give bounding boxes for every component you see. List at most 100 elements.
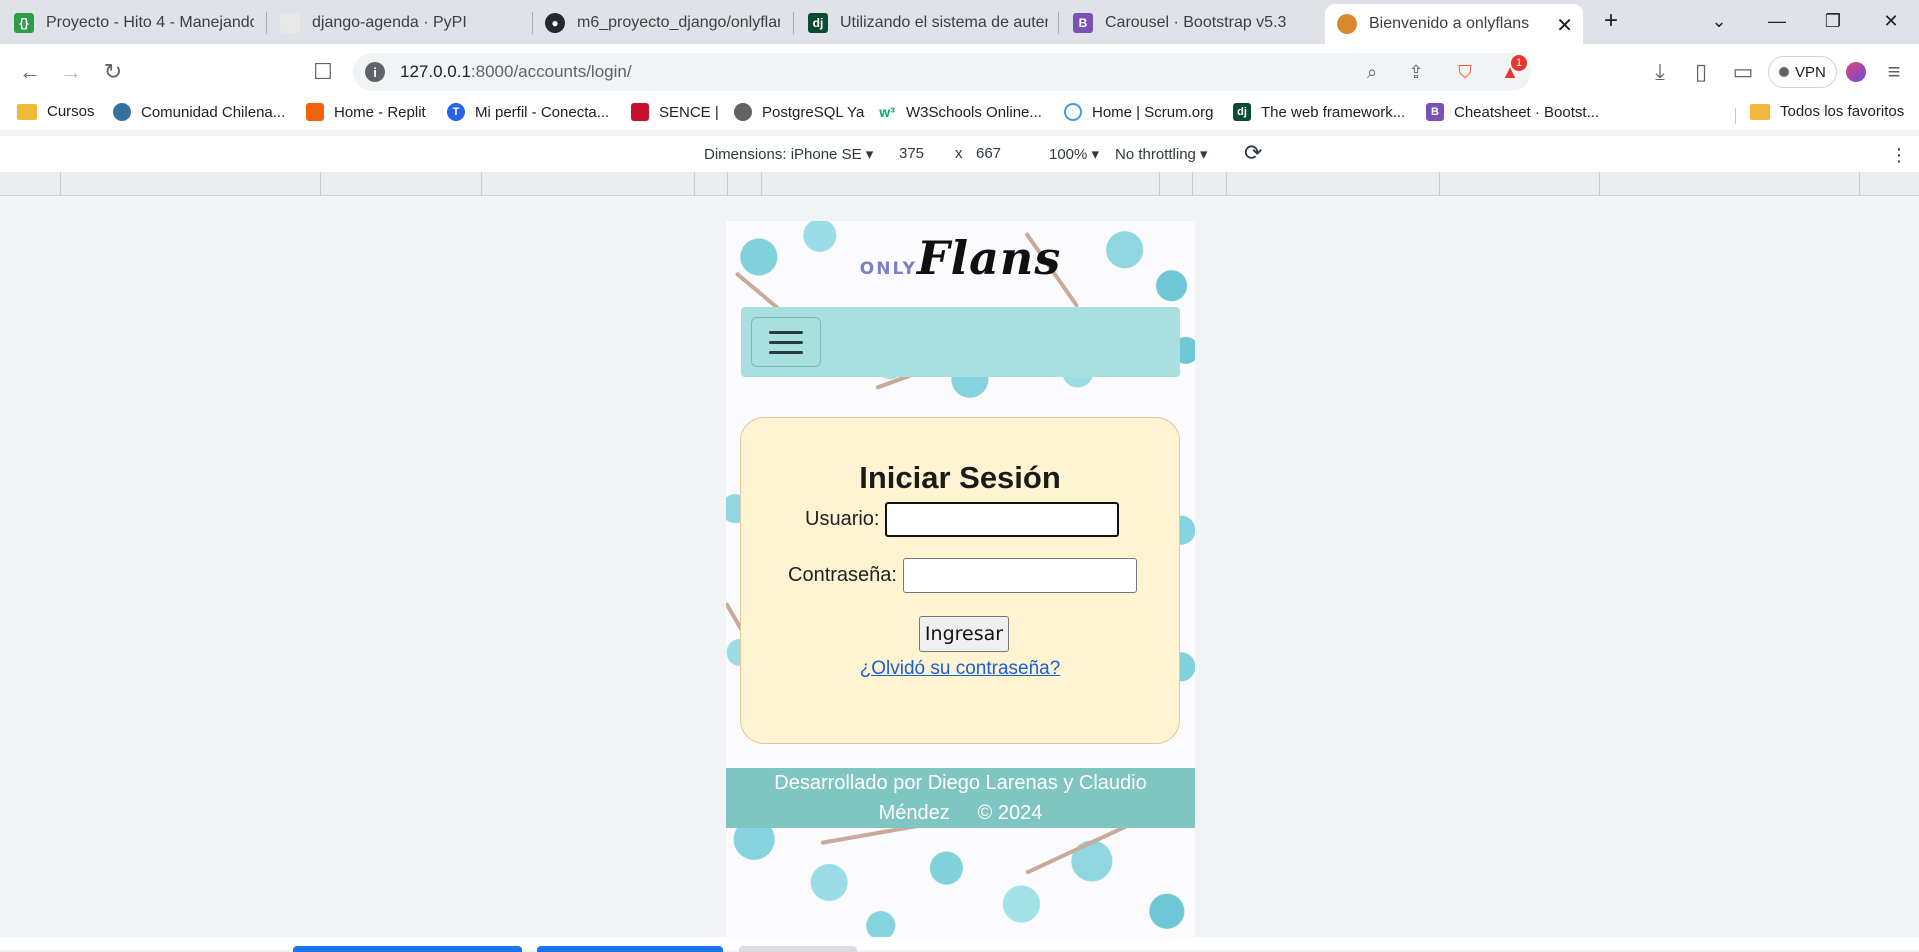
tab-github-onlyflans[interactable]: ● m6_proyecto_django/onlyflans — [545, 5, 780, 40]
bookmark-django[interactable]: dj The web framework... — [1233, 103, 1405, 121]
hamburger-line — [769, 330, 803, 334]
bookmark-postgresql[interactable]: PostgreSQL Ya — [734, 103, 864, 121]
bookmark-conecta[interactable]: T Mi perfil - Conecta... — [447, 103, 609, 121]
share-icon[interactable]: ⇪ — [1405, 61, 1427, 83]
height-input[interactable]: 667 — [976, 145, 1001, 162]
forgot-password-link[interactable]: ¿Olvidó su contraseña? — [741, 658, 1179, 680]
chevron-down-icon[interactable]: ⌄ — [1704, 6, 1734, 36]
tab-separator — [266, 12, 267, 34]
devtools-tab-indicator[interactable] — [537, 946, 723, 952]
devtools-bottom-strip — [0, 937, 1919, 952]
download-icon[interactable]: ⤓ — [1644, 56, 1676, 88]
throttling-select[interactable]: No throttling ▾ — [1115, 145, 1208, 163]
bookmark-sence[interactable]: SENCE | — [631, 103, 719, 121]
bootstrap-icon: B — [1426, 103, 1444, 121]
branch-decoration — [1025, 820, 1136, 875]
conecta-icon: T — [447, 103, 465, 121]
bookmark-comunidad[interactable]: Comunidad Chilena... — [113, 103, 285, 121]
bookmarks-divider — [1735, 108, 1736, 124]
site-logo[interactable]: ONLYFlans — [726, 231, 1195, 285]
django-icon: dj — [808, 12, 828, 33]
password-input[interactable] — [902, 558, 1137, 593]
tab-proyecto-hito[interactable]: {} Proyecto - Hito 4 - Manejando — [14, 5, 254, 40]
folder-icon — [1750, 103, 1770, 120]
url-host: 127.0.0.1 — [400, 62, 471, 81]
wallet-icon[interactable]: ▭ — [1727, 56, 1759, 88]
times-separator: x — [955, 145, 963, 162]
folder-icon — [17, 103, 37, 120]
python-icon — [113, 103, 131, 121]
url-path: :8000/accounts/login/ — [470, 62, 632, 81]
username-input[interactable] — [885, 502, 1120, 537]
device-toolbar: Dimensions: iPhone SE ▾ 375 x 667 100% ▾… — [0, 136, 1919, 172]
rewards-badge: 1 — [1511, 55, 1527, 71]
hamburger-line — [769, 350, 803, 354]
scrum-icon — [1064, 103, 1082, 121]
devtools-tab-indicator[interactable] — [293, 946, 522, 952]
dimensions-select[interactable]: Dimensions: iPhone SE ▾ — [704, 145, 873, 163]
logo-only-text: ONLY — [859, 259, 917, 279]
sidebar-icon[interactable]: ▯ — [1685, 56, 1717, 88]
site-footer: Desarrollado por Diego Larenas y Claudio… — [726, 768, 1195, 828]
navbar — [741, 307, 1180, 377]
bookmark-w3schools[interactable]: w³ W3Schools Online... — [878, 103, 1042, 121]
login-submit-button[interactable]: Ingresar — [919, 616, 1009, 652]
pypi-icon — [280, 12, 300, 33]
device-viewport: ONLYFlans Iniciar Sesión Usuario: Contra… — [0, 197, 1919, 940]
sence-icon — [631, 103, 649, 121]
vpn-label: VPN — [1795, 63, 1826, 81]
restore-icon[interactable]: ❐ — [1818, 6, 1848, 36]
bookmark-cursos[interactable]: Cursos — [17, 103, 95, 120]
replit-icon — [306, 103, 324, 121]
vpn-button[interactable]: VPN — [1768, 56, 1837, 88]
tab-django-auth[interactable]: dj Utilizando el sistema de autent — [808, 5, 1048, 40]
django-icon: dj — [1233, 103, 1251, 121]
logo-flans-text: Flans — [916, 231, 1062, 285]
url-text[interactable]: 127.0.0.1:8000/accounts/login/ — [400, 62, 632, 82]
close-window-icon[interactable]: ✕ — [1876, 6, 1906, 36]
devtools-tab-indicator[interactable] — [739, 946, 857, 952]
media-query-ruler — [0, 172, 1919, 196]
tab-django-agenda[interactable]: django-agenda · PyPI — [280, 5, 525, 40]
new-tab-button[interactable]: + — [1596, 6, 1626, 36]
bookmark-bootstrap[interactable]: B Cheatsheet · Bootst... — [1426, 103, 1599, 121]
bookmarks-bar: Cursos Comunidad Chilena... Home - Repli… — [0, 100, 1919, 130]
all-bookmarks[interactable]: Todos los favoritos — [1750, 103, 1904, 120]
site-info-icon[interactable]: i — [365, 62, 385, 82]
back-arrow-icon[interactable]: ← — [14, 56, 46, 88]
password-row: Contraseña: — [788, 558, 1137, 593]
profile-avatar[interactable] — [1840, 56, 1872, 88]
page-canvas: ONLYFlans Iniciar Sesión Usuario: Contra… — [726, 221, 1195, 940]
menu-icon[interactable]: ≡ — [1878, 56, 1910, 88]
more-options-icon[interactable]: ⋮ — [1890, 145, 1908, 166]
bookmark-scrum[interactable]: Home | Scrum.org — [1064, 103, 1213, 121]
tab-strip: {} Proyecto - Hito 4 - Manejando django-… — [0, 0, 1919, 44]
reload-icon[interactable]: ↻ — [97, 56, 129, 88]
bookmark-icon[interactable]: ☐ — [307, 56, 339, 88]
replit-icon: {} — [14, 12, 34, 33]
width-input[interactable]: 375 — [899, 145, 924, 162]
github-icon: ● — [545, 12, 565, 33]
rotate-icon[interactable]: ⟳ — [1244, 140, 1262, 166]
tab-onlyflans[interactable]: Bienvenido a onlyflans ✕ — [1325, 4, 1583, 44]
forward-arrow-icon[interactable]: → — [55, 56, 87, 88]
navbar-toggler-button[interactable] — [751, 317, 821, 367]
globe-icon — [734, 103, 752, 121]
address-bar[interactable]: i 127.0.0.1:8000/accounts/login/ ⌕ ⇪ ⛉ ▲… — [353, 53, 1531, 91]
login-title: Iniciar Sesión — [859, 460, 1061, 495]
tab-bootstrap-carousel[interactable]: B Carousel · Bootstrap v5.3 — [1073, 5, 1313, 40]
brave-shield-icon[interactable]: ⛉ — [1454, 61, 1476, 83]
browser-toolbar: ← → ↻ ☐ i 127.0.0.1:8000/accounts/login/… — [0, 44, 1919, 100]
close-tab-icon[interactable]: ✕ — [1556, 13, 1573, 38]
footer-credits-line1: Desarrollado por Diego Larenas y Claudio — [774, 772, 1147, 794]
password-label: Contraseña: — [788, 564, 897, 586]
zoom-icon[interactable]: ⌕ — [1361, 61, 1383, 83]
tab-separator — [532, 12, 533, 34]
username-row: Usuario: — [805, 502, 1120, 537]
bookmark-replit[interactable]: Home - Replit — [306, 103, 426, 121]
minimize-icon[interactable]: — — [1762, 6, 1792, 36]
zoom-select[interactable]: 100% ▾ — [1049, 145, 1099, 163]
vpn-status-icon — [1779, 67, 1789, 77]
tab-separator — [793, 12, 794, 34]
tab-separator — [1058, 12, 1059, 34]
